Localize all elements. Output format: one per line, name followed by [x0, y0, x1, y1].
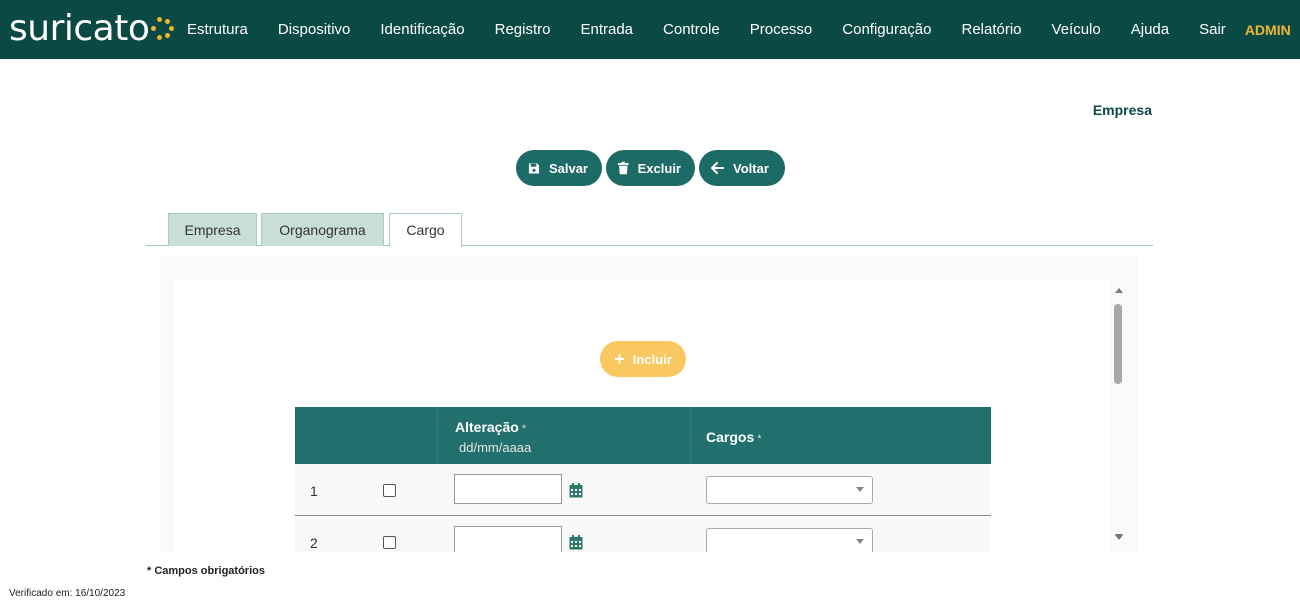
chevron-down-icon[interactable] [856, 487, 864, 492]
current-user[interactable]: ADMIN [1245, 22, 1291, 38]
table-row: 1 [295, 464, 991, 516]
nav-configuracao[interactable]: Configuração [842, 21, 931, 38]
panel-clip [160, 552, 1150, 608]
tab-organograma[interactable]: Organograma [261, 213, 384, 246]
delete-button[interactable]: Excluir [606, 150, 695, 186]
nav-identificacao[interactable]: Identificação [380, 21, 464, 38]
nav-sair[interactable]: Sair [1199, 21, 1226, 38]
table-header: Alteração * dd/mm/aaaa Cargos * [295, 407, 991, 464]
tab-cargo[interactable]: Cargo [389, 213, 462, 247]
scroll-down-arrow-icon[interactable] [1115, 534, 1123, 539]
nav-controle[interactable]: Controle [663, 21, 720, 38]
header-date-hint: dd/mm/aaaa [459, 440, 532, 455]
row-number: 1 [310, 483, 318, 499]
save-label: Salvar [548, 160, 588, 176]
top-navbar: suricato Estrutura Dispositivo Identific… [0, 0, 1300, 59]
row-checkbox[interactable] [383, 484, 396, 497]
nav-registro[interactable]: Registro [495, 21, 551, 38]
scroll-down-area [1112, 530, 1126, 544]
arrow-left-icon [711, 162, 724, 174]
main-nav: Estrutura Dispositivo Identificação Regi… [172, 0, 1291, 59]
floppy-disk-icon [528, 162, 540, 174]
cargo-select[interactable] [706, 476, 873, 504]
header-alteracao-label: Alteração [455, 419, 519, 435]
nav-estrutura[interactable]: Estrutura [187, 21, 248, 38]
logo-dots-icon [150, 14, 175, 44]
scroll-up-icon[interactable] [1115, 288, 1123, 293]
panel-scrollbar[interactable] [1112, 288, 1126, 544]
chevron-down-icon[interactable] [856, 539, 864, 544]
header-cargos-label: Cargos [706, 429, 755, 445]
scroll-thumb[interactable] [1114, 304, 1122, 384]
delete-label: Excluir [637, 160, 681, 176]
required-mark: * [757, 433, 762, 445]
date-input[interactable] [454, 474, 562, 504]
tab-empresa[interactable]: Empresa [168, 213, 257, 246]
logo-text: suricato [9, 8, 150, 49]
nav-relatorio[interactable]: Relatório [962, 21, 1022, 38]
suricato-logo[interactable]: suricato [9, 8, 175, 50]
back-label: Voltar [733, 160, 769, 176]
page-title: Empresa [1092, 102, 1152, 118]
add-button[interactable]: + Incluir [600, 341, 686, 377]
header-separator [437, 407, 438, 464]
required-fields-note: * Campos obrigatórios [147, 565, 265, 577]
row-checkbox[interactable] [383, 536, 396, 549]
verified-date: Verificado em: 16/10/2023 [9, 588, 126, 599]
plus-icon: + [614, 349, 625, 369]
calendar-icon[interactable] [569, 535, 583, 550]
nav-dispositivo[interactable]: Dispositivo [278, 21, 351, 38]
back-button[interactable]: Voltar [699, 150, 785, 186]
nav-veiculo[interactable]: Veículo [1052, 21, 1101, 38]
nav-processo[interactable]: Processo [750, 21, 813, 38]
header-separator [690, 407, 691, 464]
tab-bar: Empresa Organograma Cargo [146, 213, 1153, 247]
save-button[interactable]: Salvar [516, 150, 602, 186]
nav-ajuda[interactable]: Ajuda [1131, 21, 1169, 38]
trash-icon [618, 161, 629, 175]
row-number: 2 [310, 535, 318, 551]
action-toolbar: Salvar Excluir Voltar [516, 150, 785, 186]
required-mark: * [521, 423, 527, 435]
calendar-icon[interactable] [569, 483, 583, 498]
add-label: Incluir [632, 351, 672, 367]
nav-entrada[interactable]: Entrada [580, 21, 633, 38]
cargo-table: Alteração * dd/mm/aaaa Cargos * 1 2 [295, 407, 991, 568]
